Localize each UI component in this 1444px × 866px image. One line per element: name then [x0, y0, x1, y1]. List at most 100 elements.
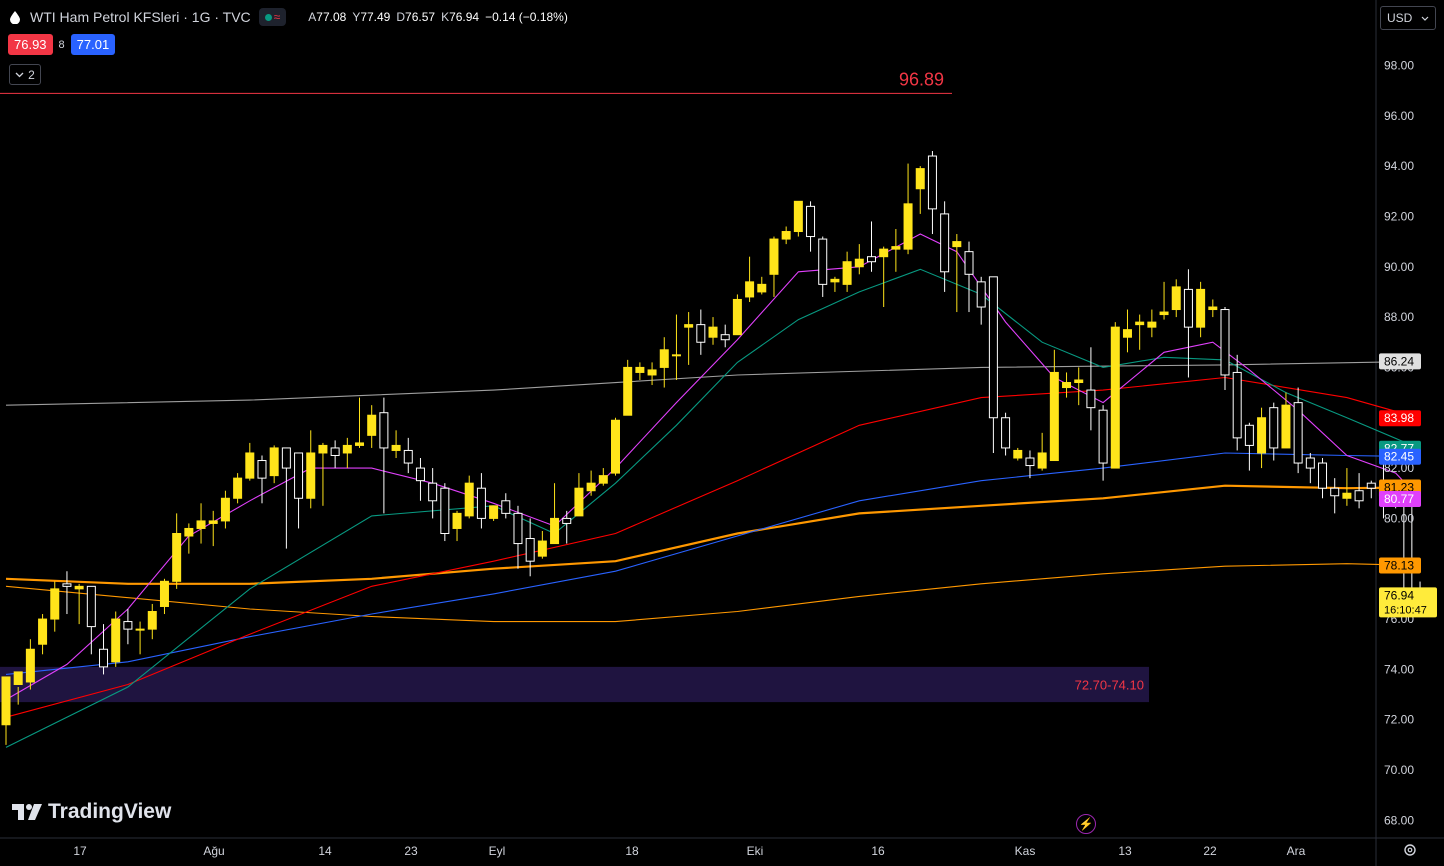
candle-body [1208, 306, 1218, 311]
currency-select[interactable]: USD [1380, 6, 1436, 30]
candle-body [927, 155, 937, 210]
candle-body [1305, 457, 1315, 469]
candle [745, 256, 755, 302]
candle-body [159, 580, 169, 607]
lightning-icon[interactable]: ⚡ [1076, 814, 1096, 834]
oil-drop-icon [10, 11, 20, 24]
x-tick-label: Ağu [203, 844, 224, 858]
candle [513, 505, 523, 569]
candle [489, 505, 499, 521]
candle-body [1354, 490, 1364, 502]
candle-body [1183, 288, 1193, 328]
candle [1098, 405, 1108, 481]
candle [208, 510, 218, 547]
candle [891, 229, 901, 272]
candle-body [294, 452, 304, 499]
candle [318, 442, 328, 506]
y-tick-label: 90.00 [1384, 260, 1414, 274]
candle [1013, 447, 1023, 461]
candle [1147, 309, 1157, 338]
symbol-title[interactable]: WTI Ham Petrol KFSleri · 1G · TVC [30, 9, 251, 25]
tradingview-logo[interactable]: TradingView [12, 800, 171, 824]
candle-body [1074, 379, 1084, 384]
candle [74, 583, 84, 625]
y-tick-label: 96.00 [1384, 109, 1414, 123]
candle-body [720, 334, 730, 341]
x-tick-label: 17 [73, 844, 87, 858]
status-indicators[interactable]: ≈ [258, 8, 287, 26]
y-tick-label: 80.00 [1384, 511, 1414, 525]
sell-button[interactable]: 76.93 [8, 34, 53, 55]
candle [403, 437, 413, 474]
tv-logo-icon [12, 804, 42, 820]
last-price-text: 76.94 [1384, 588, 1414, 602]
candle [635, 362, 645, 380]
candle-body [745, 281, 755, 298]
indicators-toggle-button[interactable]: 2 [9, 64, 41, 85]
candle-body [99, 648, 109, 668]
candle-body [86, 585, 96, 628]
candle-body [233, 477, 243, 499]
candle-body [184, 527, 194, 537]
candle-body [903, 203, 913, 250]
candle [1257, 407, 1267, 469]
support-zone-label: 72.70-74.10 [1075, 677, 1144, 692]
candle-body [1001, 417, 1011, 449]
candle-body [489, 505, 499, 519]
candle [1159, 281, 1169, 320]
candle-body [269, 447, 279, 477]
candle-body [1244, 424, 1254, 446]
candle-body [574, 487, 584, 517]
buy-button[interactable]: 77.01 [70, 34, 116, 55]
price-chart[interactable]: 72.70-74.1096.8968.0070.0072.0074.0076.0… [0, 0, 1444, 866]
candle-body [1037, 452, 1047, 469]
ma-line-ema_200 [5, 484, 1421, 585]
candle [903, 163, 913, 255]
candle-body [537, 540, 547, 557]
candle [1330, 478, 1340, 514]
candle-body [367, 414, 377, 436]
candle [159, 578, 169, 615]
candle-body [403, 449, 413, 464]
candle [1171, 279, 1181, 318]
candle-body [379, 412, 389, 449]
spread-value: 8 [58, 38, 65, 51]
candle [196, 503, 206, 544]
candle-body [172, 533, 182, 582]
candle-body [635, 366, 645, 373]
y-tick-label: 72.00 [1384, 713, 1414, 727]
candle [879, 246, 889, 308]
gear-icon[interactable] [1403, 843, 1417, 857]
candle [38, 614, 48, 655]
candle-body [550, 517, 560, 545]
candle-body [611, 419, 620, 474]
candle [172, 513, 182, 589]
candle [915, 166, 925, 214]
candle [964, 241, 974, 313]
candle [147, 603, 157, 640]
candle-body [964, 251, 974, 275]
candle [330, 440, 340, 469]
x-tick-label: 14 [318, 844, 332, 858]
candle-body [1135, 321, 1145, 326]
candle-body [415, 467, 425, 482]
ma-line-ma_long [5, 360, 1421, 406]
candle [1122, 309, 1132, 353]
candle [367, 405, 377, 448]
candle [623, 359, 633, 416]
candle [452, 510, 462, 542]
candle-body [1171, 286, 1181, 311]
candle-body [708, 326, 718, 338]
candle-body [976, 281, 986, 308]
price-label-text: 86.24 [1384, 354, 1414, 368]
candle [647, 362, 657, 386]
candle-body [1013, 449, 1023, 459]
candle-body [781, 231, 791, 240]
x-tick-label: Ara [1287, 844, 1306, 858]
candle-body [464, 482, 474, 517]
candle-body [25, 648, 35, 683]
candle [696, 309, 706, 355]
candle [866, 221, 876, 272]
candle [806, 201, 816, 252]
candle-body [476, 487, 486, 519]
